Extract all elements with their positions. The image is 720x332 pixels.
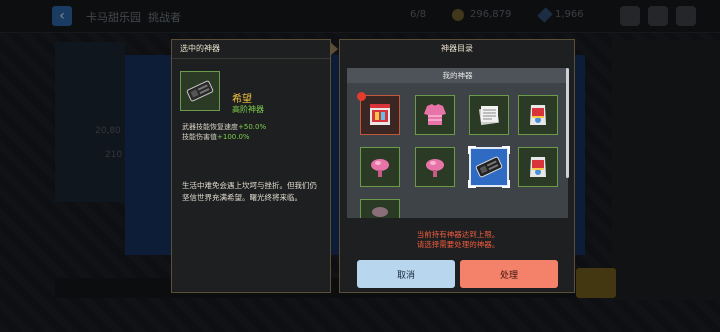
cancel-button[interactable]: 取消 bbox=[357, 260, 455, 288]
newspaper-stack-icon bbox=[478, 106, 500, 126]
stat-label: 武器技能恢复速度 bbox=[182, 123, 238, 131]
artifact-slot[interactable] bbox=[518, 95, 558, 135]
pink-candy-icon bbox=[426, 159, 444, 177]
inventory-scrollbar[interactable] bbox=[566, 68, 569, 178]
selection-corner bbox=[502, 146, 510, 154]
artifact-slot[interactable] bbox=[360, 147, 400, 187]
panel-header: 神器目录 bbox=[441, 44, 473, 53]
artifact-name: 希望 bbox=[232, 94, 252, 105]
artifact-catalog-panel: 神器目录 我的神器 当前持有神器达到上限。 请选择需要处理的神器。 取消 处理 bbox=[339, 39, 575, 293]
warning-text: 请选择需要处理的神器。 bbox=[416, 240, 500, 249]
panel-arrow-icon bbox=[330, 42, 338, 56]
artifact-rank: 高阶神器 bbox=[232, 105, 264, 114]
inventory-title: 我的神器 bbox=[347, 68, 568, 83]
artifact-slot-selected[interactable] bbox=[468, 146, 510, 188]
selection-corner bbox=[468, 146, 476, 154]
stat-line: 武器技能恢复速度+50.0% bbox=[182, 122, 266, 132]
stat-line: 技能伤害值+100.0% bbox=[182, 132, 250, 142]
artifact-slot[interactable] bbox=[357, 92, 400, 135]
new-badge-icon bbox=[357, 92, 366, 101]
artifact-description: 生活中难免会遇上坎坷与挫折。但我们仍坚信世界充满希望。曙光终将来临。 bbox=[182, 181, 317, 202]
gift-box-icon bbox=[370, 104, 390, 125]
artifact-slot[interactable] bbox=[518, 147, 558, 187]
dark-device-icon bbox=[186, 80, 214, 102]
pink-item-icon bbox=[372, 207, 388, 217]
selected-artifact-panel: 选中的神器 希望 高阶神器 武器技能恢复速度+50.0% 技能伤害值+100.0… bbox=[171, 39, 338, 293]
selection-corner bbox=[502, 180, 510, 188]
selected-artifact-icon-frame bbox=[180, 71, 220, 111]
artifact-slot[interactable] bbox=[469, 95, 509, 135]
artifact-slot[interactable] bbox=[360, 199, 400, 218]
pink-candy-icon bbox=[371, 159, 389, 177]
inventory-grid[interactable]: 我的神器 bbox=[347, 68, 568, 218]
artifact-slot[interactable] bbox=[415, 95, 455, 135]
stat-value: +50.0% bbox=[238, 123, 267, 131]
pink-sweater-icon bbox=[424, 104, 446, 125]
chip-bag-icon bbox=[530, 157, 546, 177]
selection-corner bbox=[468, 180, 476, 188]
panel-header: 选中的神器 bbox=[172, 40, 330, 59]
artifact-slot[interactable] bbox=[415, 147, 455, 187]
chip-bag-icon bbox=[530, 105, 546, 125]
stat-value: +100.0% bbox=[217, 133, 250, 141]
stat-label: 技能伤害值 bbox=[182, 133, 217, 141]
process-button[interactable]: 处理 bbox=[460, 260, 558, 288]
